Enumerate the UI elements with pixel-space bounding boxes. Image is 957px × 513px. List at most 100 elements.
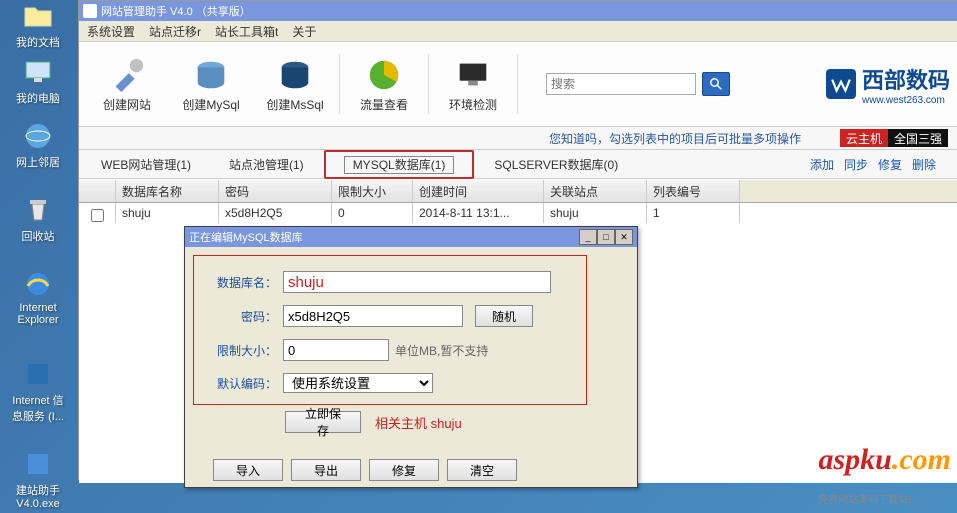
desktop-icon-label: Internet 信息服务 (I... (12, 395, 64, 423)
brand-url: www.west263.com (862, 95, 950, 106)
cell-time: 2014-8-11 13:1... (413, 203, 544, 223)
cell-site: shuju (544, 203, 647, 223)
toolbar: 创建网站 创建MySql 创建MsSql 流量查看 环境检测 (79, 42, 957, 127)
infobar: 您知道吗，勾选列表中的项目后可批量多项操作 云主机 全国三强 (79, 127, 957, 150)
search-input[interactable] (546, 73, 696, 95)
tab-mysql[interactable]: MYSQL数据库(1) (324, 150, 475, 179)
clear-button[interactable]: 清空 (447, 459, 517, 481)
cell-idx: 1 (647, 203, 740, 223)
desktop-icon-label: 我的电脑 (16, 93, 60, 105)
col-time[interactable]: 创建时间 (413, 180, 544, 202)
col-idx[interactable]: 列表编号 (647, 180, 740, 202)
wm-name: aspku (818, 443, 891, 476)
toolbar-create-mysql-button[interactable]: 创建MySql (171, 48, 251, 120)
random-button[interactable]: 随机 (475, 305, 533, 327)
cell-name: shuju (116, 203, 219, 223)
brand-name: 西部数码 (862, 63, 950, 95)
ie-icon (22, 268, 54, 300)
col-db-name[interactable]: 数据库名称 (116, 180, 219, 202)
menu-tools[interactable]: 站长工具箱t (215, 23, 278, 40)
limit-input[interactable] (283, 339, 389, 361)
action-sync[interactable]: 同步 (844, 156, 868, 173)
desktop-icon-network[interactable]: 网上邻居 (8, 120, 68, 170)
promo-badge[interactable]: 云主机 全国三强 (840, 129, 948, 147)
action-add[interactable]: 添加 (810, 156, 834, 173)
desktop-icon-label: 网上邻居 (16, 157, 60, 169)
toolbar-create-mssql-button[interactable]: 创建MsSql (255, 48, 335, 120)
menubar: 系统设置 站点迁移r 站长工具箱t 关于 (79, 21, 957, 42)
desktop-icon-label: Internet Explorer (18, 302, 59, 326)
desktop-icon-app[interactable]: 建站助手 V4.0.exe (8, 448, 68, 510)
desktop-icon-label: 建站助手 V4.0.exe (16, 485, 60, 510)
iis-icon (22, 358, 54, 390)
cell-limit: 0 (332, 203, 413, 223)
toolbar-label: 环境检测 (449, 96, 497, 113)
desktop-icon-computer[interactable]: 我的电脑 (8, 56, 68, 106)
tab-pool[interactable]: 站点池管理(1) (211, 152, 322, 177)
monitor-icon (454, 56, 492, 94)
network-icon (22, 120, 54, 152)
desktop-icon-label: 我的文档 (16, 37, 60, 49)
promo-a: 云主机 (840, 129, 888, 147)
promo-b: 全国三强 (888, 129, 948, 147)
col-check (79, 180, 116, 202)
edit-mysql-dialog: 正在编辑MySQL数据库 _ □ ✕ 数据库名： 密码： 随机 限制大小： 单位… (184, 226, 638, 488)
wm-sub: 免费网站源码下载站! (818, 495, 911, 506)
desktop-icon-ie[interactable]: Internet Explorer (8, 268, 68, 326)
watermark: aspku.com 免费网站源码下载站! (818, 443, 951, 511)
col-limit[interactable]: 限制大小 (332, 180, 413, 202)
wrench-icon (108, 56, 146, 94)
tab-actions: 添加 同步 修复 删除 (810, 156, 954, 173)
mysql-icon (192, 56, 230, 94)
window-title: 网站管理助手 V4.0 （共享版） (101, 3, 251, 19)
table-row[interactable]: shuju x5d8H2Q5 0 2014-8-11 13:1... shuju… (79, 203, 957, 223)
cell-pwd: x5d8H2Q5 (219, 203, 332, 223)
repair-button[interactable]: 修复 (369, 459, 439, 481)
tab-web[interactable]: WEB网站管理(1) (83, 152, 209, 177)
pwd-label: 密码： (209, 308, 277, 325)
maximize-button[interactable]: □ (597, 229, 615, 245)
grid-header: 数据库名称 密码 限制大小 创建时间 关联站点 列表编号 (79, 179, 957, 203)
brand[interactable]: 西部数码 www.west263.com (826, 63, 950, 106)
limit-note: 单位MB,暂不支持 (395, 342, 488, 359)
main-titlebar[interactable]: 网站管理助手 V4.0 （共享版） (79, 1, 957, 21)
import-button[interactable]: 导入 (213, 459, 283, 481)
mssql-icon (276, 56, 314, 94)
col-pwd[interactable]: 密码 (219, 180, 332, 202)
hint-text: 您知道吗，勾选列表中的项目后可批量多项操作 (549, 130, 801, 147)
dialog-title: 正在编辑MySQL数据库 (189, 229, 303, 245)
folder-icon (22, 0, 54, 32)
col-site[interactable]: 关联站点 (544, 180, 647, 202)
action-delete[interactable]: 删除 (912, 156, 936, 173)
toolbar-label: 流量查看 (360, 96, 408, 113)
menu-migrate[interactable]: 站点迁移r (149, 23, 201, 40)
close-button[interactable]: ✕ (615, 229, 633, 245)
toolbar-env-button[interactable]: 环境检测 (433, 48, 513, 120)
action-repair[interactable]: 修复 (878, 156, 902, 173)
toolbar-traffic-button[interactable]: 流量查看 (344, 48, 424, 120)
desktop-icon-recycle[interactable]: 回收站 (8, 194, 68, 244)
save-button[interactable]: 立即保存 (285, 411, 361, 433)
dialog-titlebar[interactable]: 正在编辑MySQL数据库 _ □ ✕ (185, 227, 637, 247)
desktop-icon-label: 回收站 (22, 231, 55, 243)
toolbar-label: 创建MySql (182, 96, 239, 113)
desktop-icon-documents[interactable]: 我的文档 (8, 0, 68, 50)
menu-system[interactable]: 系统设置 (87, 23, 135, 40)
pwd-input[interactable] (283, 305, 463, 327)
enc-select[interactable]: 使用系统设置 (283, 373, 433, 393)
search-icon (710, 78, 722, 90)
menu-about[interactable]: 关于 (292, 23, 316, 40)
app-icon (83, 4, 97, 18)
enc-label: 默认编码： (209, 375, 277, 392)
desktop-icon-iis[interactable]: Internet 信息服务 (I... (8, 358, 68, 424)
toolbar-label: 创建MsSql (266, 96, 323, 113)
toolbar-create-site-button[interactable]: 创建网站 (87, 48, 167, 120)
row-checkbox[interactable] (91, 209, 104, 222)
app-icon (22, 448, 54, 480)
tab-sqlserver[interactable]: SQLSERVER数据库(0) (476, 152, 636, 177)
db-name-label: 数据库名： (209, 274, 277, 291)
export-button[interactable]: 导出 (291, 459, 361, 481)
minimize-button[interactable]: _ (579, 229, 597, 245)
search-button[interactable] (702, 72, 730, 96)
db-name-input[interactable] (283, 271, 551, 293)
